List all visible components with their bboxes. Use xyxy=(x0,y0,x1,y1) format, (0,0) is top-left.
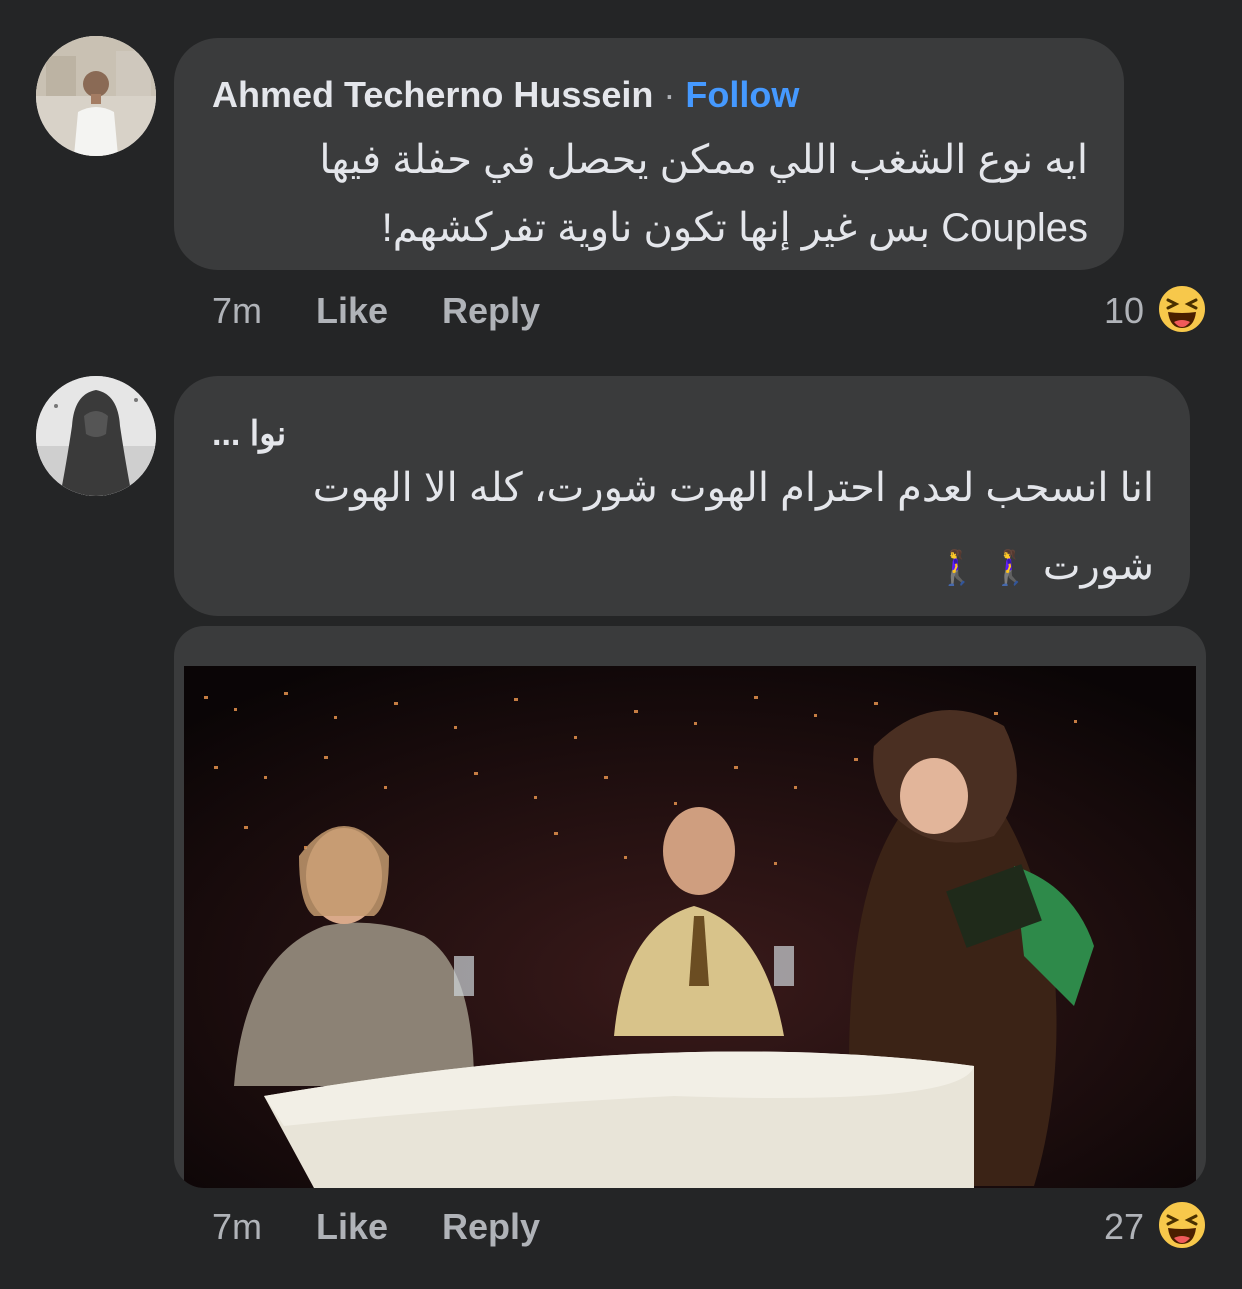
laughing-emoji-icon[interactable] xyxy=(1157,284,1207,334)
reaction-count[interactable]: 10 xyxy=(1096,290,1144,332)
like-button[interactable]: Like xyxy=(316,290,388,332)
laughing-emoji-icon[interactable] xyxy=(1157,1200,1207,1250)
comment-text-line-2-text: شورت xyxy=(1042,544,1154,588)
separator-dot: · xyxy=(663,74,676,115)
comment-text-line-2: شورت 🚶‍♀️ 🚶‍♀️ xyxy=(936,532,1154,602)
comment-bubble: نوا ... انا انسحب لعدم احترام الهوت شورت… xyxy=(174,376,1190,616)
reply-button[interactable]: Reply xyxy=(442,290,540,332)
avatar[interactable] xyxy=(36,376,156,496)
reply-button[interactable]: Reply xyxy=(442,1206,540,1248)
comment-bubble: Ahmed Techerno Hussein · Follow ايه نوع ال… xyxy=(174,38,1124,270)
like-button[interactable]: Like xyxy=(316,1206,388,1248)
author-line: Ahmed Techerno Hussein · Follow xyxy=(212,74,799,116)
reaction-count[interactable]: 27 xyxy=(1096,1206,1144,1248)
comment-photo[interactable] xyxy=(174,626,1206,1188)
author-name[interactable]: نوا ... xyxy=(212,400,286,468)
follow-button[interactable]: Follow xyxy=(685,74,799,115)
comment-text-line-1: ايه نوع الشغب اللي ممكن يحصل في حفلة فيه… xyxy=(319,138,1088,182)
comment-time: 7m xyxy=(212,290,263,331)
comment-text-line-2: Couples بس غير إنها تكون ناوية تفركشهم! xyxy=(381,206,1088,250)
woman-walking-emoji: 🚶‍♀️ xyxy=(935,549,979,588)
author-name[interactable]: Ahmed Techerno Hussein xyxy=(212,74,653,115)
comment-time: 7m xyxy=(212,1206,263,1247)
comment-text-line-1: انا انسحب لعدم احترام الهوت شورت، كله ال… xyxy=(312,466,1154,510)
woman-walking-emoji: 🚶‍♀️ xyxy=(989,549,1032,588)
avatar[interactable] xyxy=(36,36,156,156)
